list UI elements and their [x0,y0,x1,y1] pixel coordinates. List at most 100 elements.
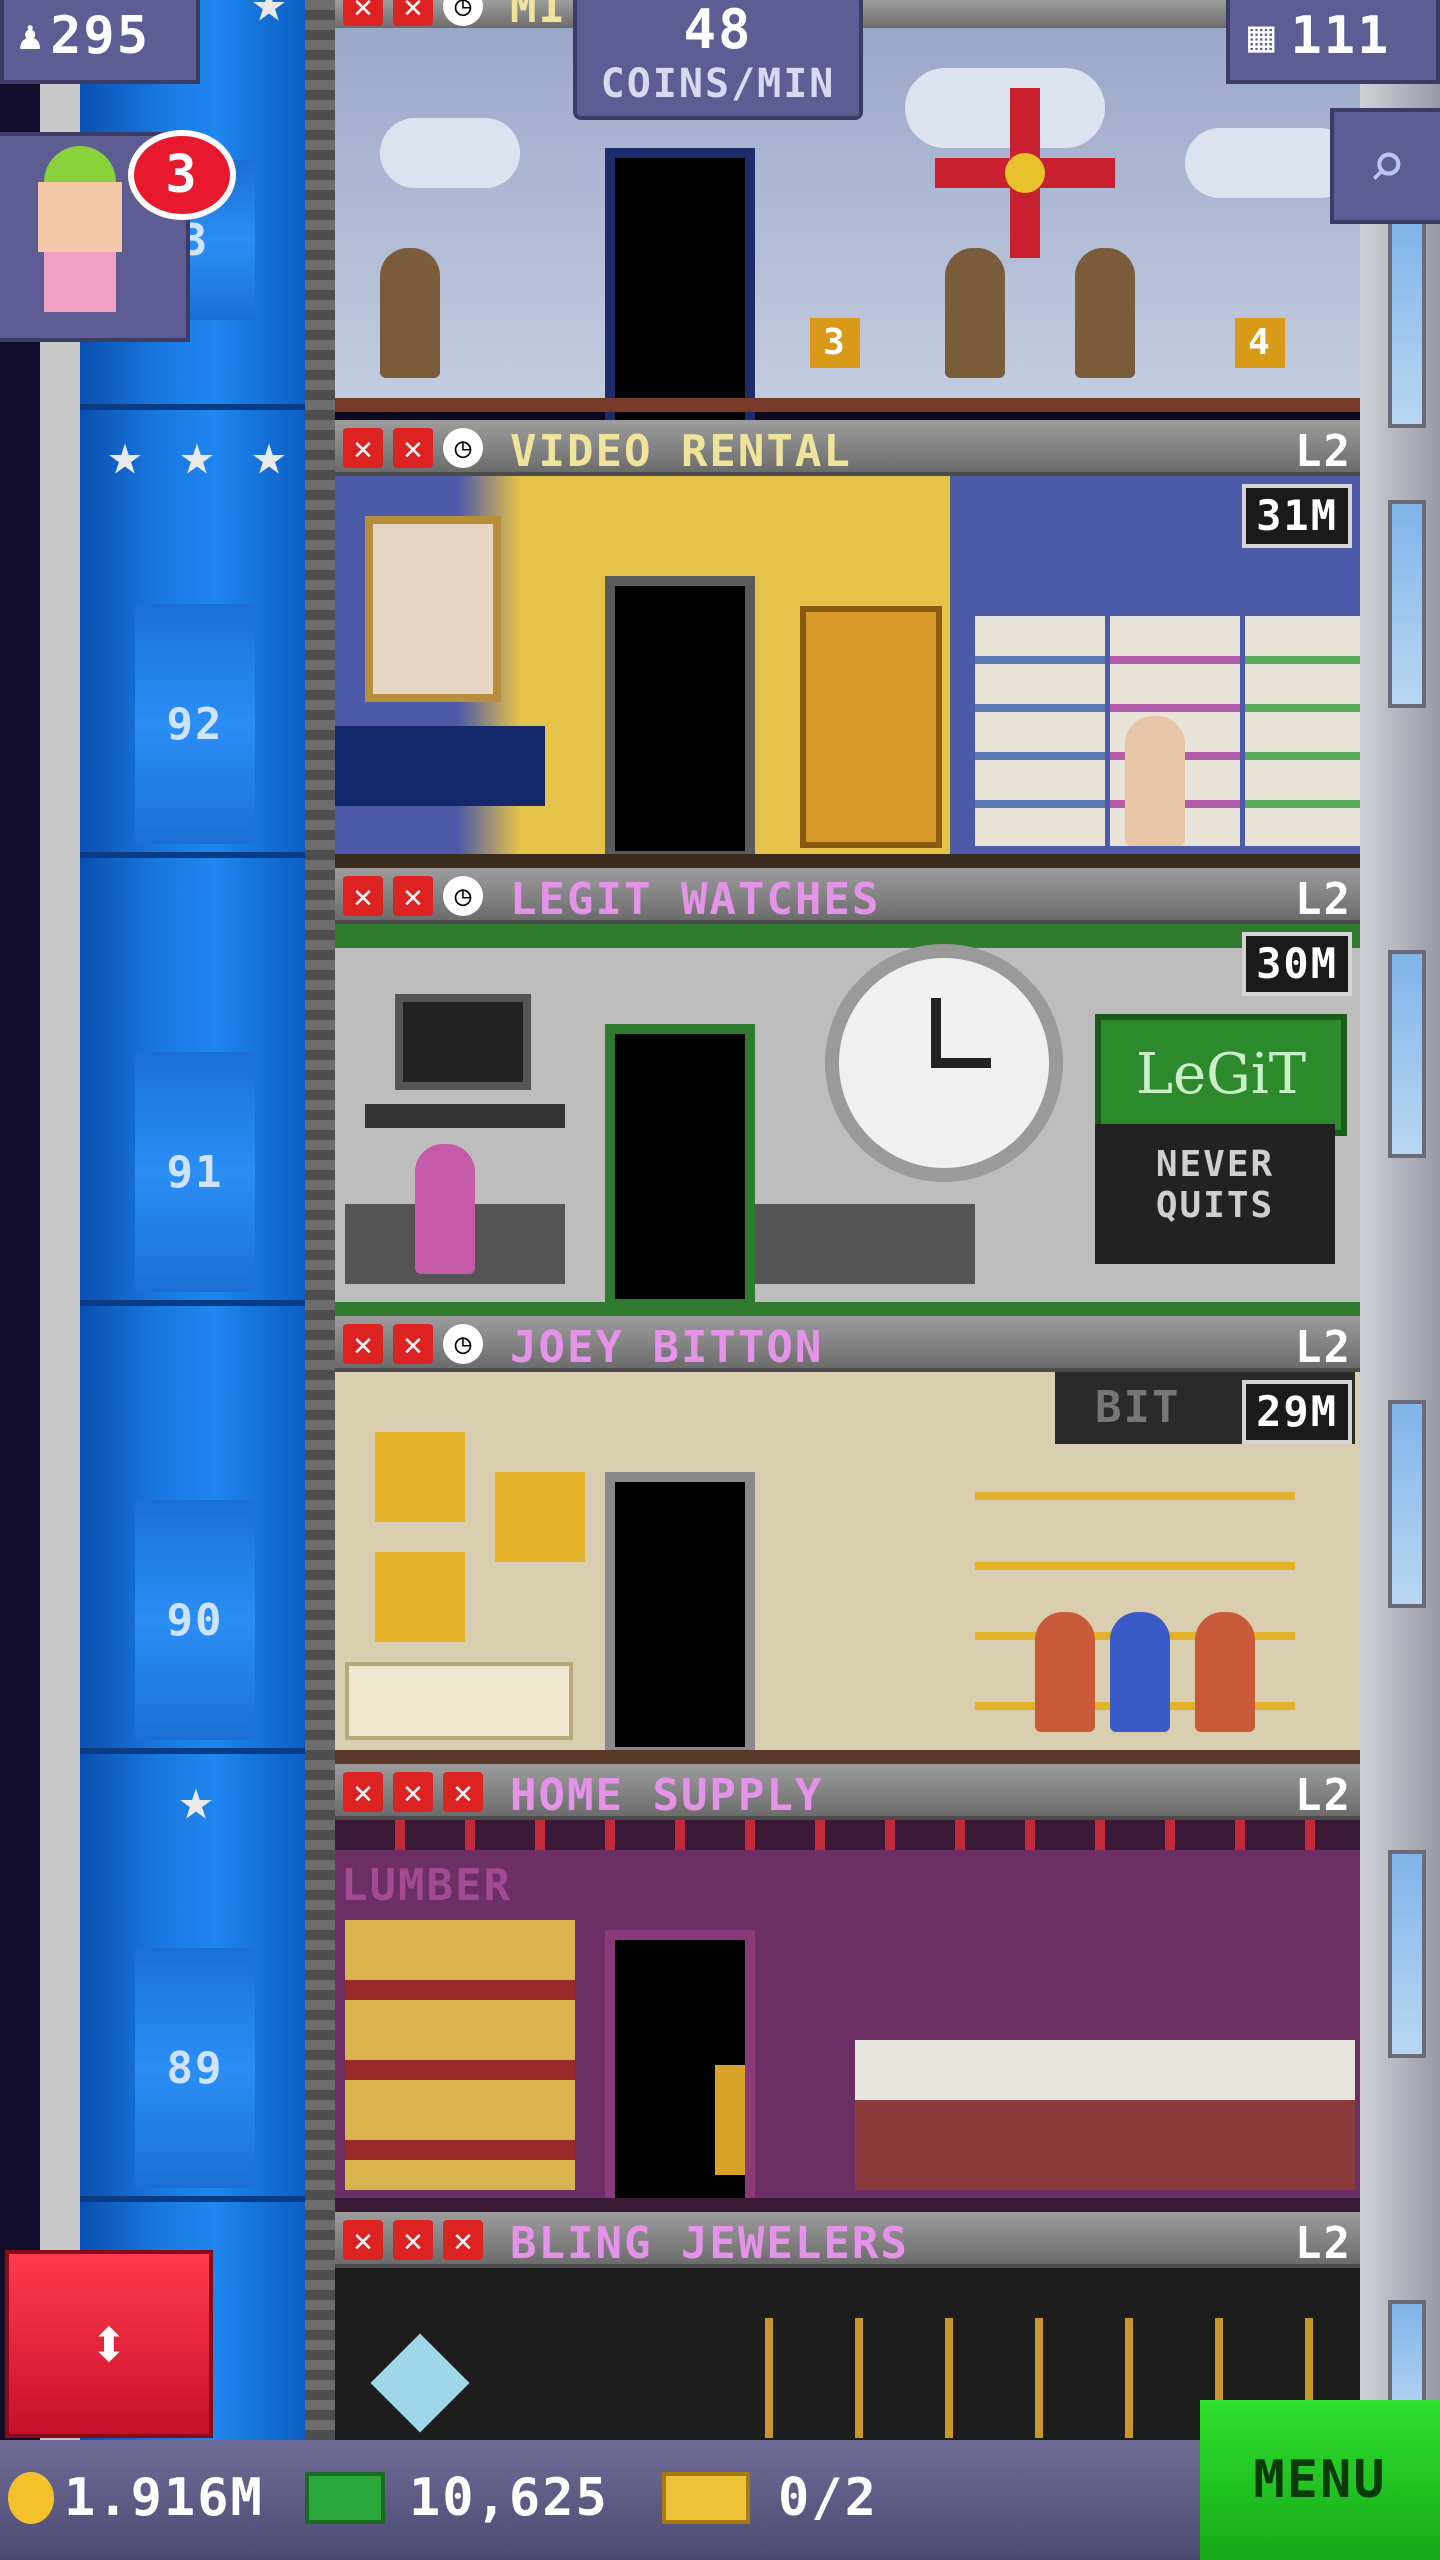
legit-sign: LeGiT [1095,1014,1347,1136]
building-icon: ▦ [1248,10,1277,62]
shelf [1245,616,1360,846]
ceiling-rack [335,1820,1360,1850]
bitizen-character[interactable] [415,1144,475,1274]
floor-strip [335,854,1360,868]
shaft-divider [80,852,305,858]
floor-room: LeGiT NEVER QUITS [335,924,1360,1316]
tickets-display: 0/2 [662,2468,878,2528]
x-mark-icon: ✕ [343,428,383,468]
lumber-shelf [345,1920,575,2190]
bag-display [495,1472,585,1562]
diamond-icon [370,2333,470,2433]
shaft-divider [80,1748,305,1754]
bux-value: 10,625 [409,2468,609,2528]
x-mark-icon: ✕ [343,876,383,916]
space-background [0,0,40,2440]
door [605,1024,755,1309]
floor-strip [335,398,1360,412]
star-icon: ★ [107,420,143,488]
door [605,576,755,861]
x-mark-icon: ✕ [443,2220,483,2260]
population-value: 295 [50,6,151,66]
notification-badge: 3 [128,130,236,220]
search-button[interactable]: ⌕ [1330,108,1440,224]
floor-strip [335,2198,1360,2212]
floor-stock-amount: 29M [1242,1380,1352,1444]
x-mark-icon: ✕ [393,876,433,916]
window [1388,500,1426,708]
x-mark-icon: ✕ [393,1772,433,1812]
up-down-arrows-icon: ⬍ [87,2303,131,2385]
bitizen-character[interactable] [945,248,1005,378]
menu-button[interactable]: MENU [1200,2400,1440,2560]
bitizen-character[interactable] [1110,1612,1170,1732]
floor-bar: ✕ ✕ ◷ LEGIT WATCHES L2 [335,868,1360,925]
window [1388,1850,1426,2058]
tower-side-rail [305,0,335,2440]
elevator-button[interactable]: ⬍ [5,2250,213,2438]
window [1388,220,1426,428]
tv-screen [395,994,531,1090]
clock-icon: ◷ [443,876,483,916]
floor-stock-amount: 31M [1242,484,1352,548]
floor-tag: 4 [1235,318,1285,368]
shaft-divider [80,2196,305,2202]
trophy-statue [715,2065,745,2175]
wall-trim [335,924,1360,948]
arcade-cabinet [800,606,942,848]
shaft-floor-number[interactable]: 89 [135,1948,255,2188]
avatar [32,146,128,318]
bitizen-character[interactable] [1075,248,1135,378]
lumber-sign: LUMBER [341,1860,512,1911]
floor-video-rental[interactable]: ✕ ✕ ◷ VIDEO RENTAL L2 31M [335,420,1360,868]
coins-rate-unit: COINS/MIN [600,61,836,107]
x-mark-icon: ✕ [393,1324,433,1364]
bitizen-character[interactable] [1035,1612,1095,1732]
x-mark-icon: ✕ [343,1324,383,1364]
floor-counter[interactable]: ▦ 111 [1226,0,1440,84]
avatar-face [38,182,122,252]
tool-counter-base [855,2100,1355,2190]
floor-name: BLING JEWELERS [510,2218,909,2269]
coins-display: 1.916M [8,2468,264,2528]
floor-joey-bitton[interactable]: ✕ ✕ ◷ JOEY BITTON L2 BIT 29M [335,1316,1360,1764]
ticket-icon [662,2472,750,2524]
population-counter[interactable]: ♟ 295 [0,0,200,84]
bitizen-character[interactable] [380,248,440,378]
x-mark-icon: ✕ [443,1772,483,1812]
x-mark-icon: ✕ [393,428,433,468]
bitizen-character[interactable] [1125,716,1185,846]
floor-strip [335,1302,1360,1316]
floor-bar: ✕ ✕ ◷ VIDEO RENTAL L2 [335,420,1360,477]
floor-tag: 3 [810,318,860,368]
clock-icon: ◷ [443,428,483,468]
display-case [345,1662,573,1740]
shaft-floor-number[interactable]: 91 [135,1052,255,1292]
elevator-rail [40,0,84,2440]
x-mark-icon: ✕ [343,1772,383,1812]
clock-icon: ◷ [443,0,483,26]
floor-name: JOEY BITTON [510,1322,824,1373]
star-icon: ★ [179,420,215,488]
legit-slogan: NEVER QUITS [1095,1124,1335,1264]
coin-icon [8,2472,54,2524]
counter [335,726,545,806]
avatar-body [44,252,116,312]
floor-home-supply[interactable]: ✕ ✕ ✕ HOME SUPPLY L2 LUMBER [335,1764,1360,2215]
poster [365,516,501,702]
x-mark-icon: ✕ [393,2220,433,2260]
floor-room: LUMBER [335,1820,1360,2215]
star-icon: ★ [251,0,287,35]
magnifier-icon: ⌕ [1367,129,1407,203]
floor-name: VIDEO RENTAL [510,426,852,477]
floor-bar: ✕ ✕ ◷ JOEY BITTON L2 [335,1316,1360,1373]
bag-display [375,1432,465,1522]
floor-level: L2 [1295,2218,1352,2269]
bitizen-character[interactable] [1195,1612,1255,1732]
floor-level: L2 [1295,874,1352,925]
shaft-floor-number[interactable]: 92 [135,604,255,844]
floor-count-value: 111 [1290,6,1391,66]
floor-legit-watches[interactable]: ✕ ✕ ◷ LEGIT WATCHES L2 LeGiT NEVER QUITS… [335,868,1360,1316]
shaft-floor-number[interactable]: 90 [135,1500,255,1740]
coins-rate-display: 48 COINS/MIN [573,0,863,120]
